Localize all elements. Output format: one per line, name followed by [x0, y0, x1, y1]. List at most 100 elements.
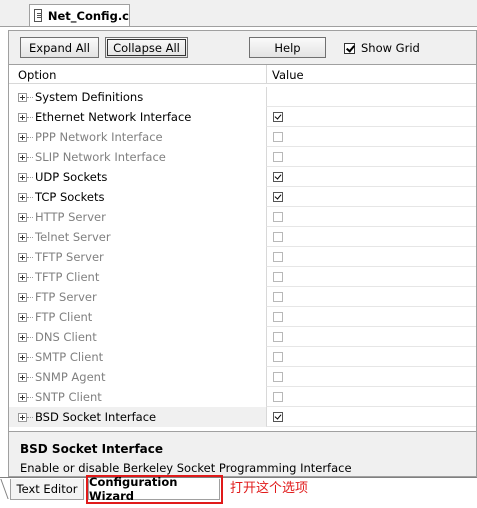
value-cell[interactable] [266, 187, 476, 207]
enable-checkbox[interactable] [273, 392, 283, 402]
option-label: SNTP Client [35, 390, 102, 404]
enable-checkbox[interactable] [273, 132, 283, 142]
expand-plus-icon[interactable] [18, 113, 27, 122]
tree-connector-line [27, 257, 33, 258]
wizard-toolbar: Expand All Collapse All Help Show Grid [9, 31, 476, 64]
value-cell[interactable] [266, 147, 476, 167]
value-cell[interactable] [266, 247, 476, 267]
tree-connector-line [27, 277, 33, 278]
value-cell[interactable] [266, 267, 476, 287]
option-row[interactable]: TFTP Client [9, 267, 476, 287]
value-cell[interactable] [266, 367, 476, 387]
option-label: FTP Server [35, 290, 97, 304]
value-cell[interactable] [266, 167, 476, 187]
tree-connector-line [27, 217, 33, 218]
enable-checkbox[interactable] [273, 112, 283, 122]
help-button[interactable]: Help [249, 37, 326, 58]
expand-plus-icon[interactable] [18, 193, 27, 202]
expand-plus-icon[interactable] [18, 213, 27, 222]
option-row[interactable]: HTTP Server [9, 207, 476, 227]
option-column-header: Option [18, 68, 57, 82]
option-label: System Definitions [35, 90, 144, 104]
expand-plus-icon[interactable] [18, 413, 27, 422]
tab-text-editor[interactable]: Text Editor [10, 479, 84, 500]
option-row[interactable]: System Definitions [9, 87, 476, 107]
option-row[interactable]: SMTP Client [9, 347, 476, 367]
value-cell[interactable] [266, 87, 476, 107]
expand-plus-icon[interactable] [18, 393, 27, 402]
enable-checkbox[interactable] [273, 372, 283, 382]
value-cell[interactable] [266, 107, 476, 127]
value-cell[interactable] [266, 347, 476, 367]
expand-plus-icon[interactable] [18, 133, 27, 142]
option-label: UDP Sockets [35, 170, 108, 184]
enable-checkbox[interactable] [273, 292, 283, 302]
grid-header: Option Value [9, 64, 476, 84]
show-grid-checkbox[interactable] [344, 42, 355, 54]
option-row[interactable]: FTP Client [9, 307, 476, 327]
expand-plus-icon[interactable] [18, 173, 27, 182]
option-label: Telnet Server [35, 230, 111, 244]
enable-checkbox[interactable] [273, 192, 283, 202]
value-cell[interactable] [266, 207, 476, 227]
option-row[interactable]: FTP Server [9, 287, 476, 307]
enable-checkbox[interactable] [273, 272, 283, 282]
tree-connector-line [27, 117, 33, 118]
expand-plus-icon[interactable] [18, 293, 27, 302]
show-grid-toggle[interactable]: Show Grid [344, 41, 420, 55]
option-row[interactable]: SNMP Agent [9, 367, 476, 387]
enable-checkbox[interactable] [273, 332, 283, 342]
value-cell[interactable] [266, 287, 476, 307]
option-label: DNS Client [35, 330, 97, 344]
enable-checkbox[interactable] [273, 212, 283, 222]
expand-all-button[interactable]: Expand All [20, 37, 99, 58]
c-file-icon [34, 9, 42, 22]
value-cell[interactable] [266, 327, 476, 347]
expand-plus-icon[interactable] [18, 333, 27, 342]
option-row[interactable]: Ethernet Network Interface [9, 107, 476, 127]
column-separator[interactable] [266, 65, 267, 84]
expand-plus-icon[interactable] [18, 253, 27, 262]
tree-connector-line [27, 237, 33, 238]
option-row[interactable]: TCP Sockets [9, 187, 476, 207]
enable-checkbox[interactable] [273, 312, 283, 322]
enable-checkbox[interactable] [273, 232, 283, 242]
option-row[interactable]: BSD Socket Interface [9, 407, 476, 427]
option-label: BSD Socket Interface [35, 410, 157, 424]
option-row[interactable]: SNTP Client [9, 387, 476, 407]
option-row[interactable]: UDP Sockets [9, 167, 476, 187]
option-row[interactable]: PPP Network Interface [9, 127, 476, 147]
option-row[interactable]: TFTP Server [9, 247, 476, 267]
expand-plus-icon[interactable] [18, 373, 27, 382]
enable-checkbox[interactable] [273, 152, 283, 162]
option-row[interactable]: SLIP Network Interface [9, 147, 476, 167]
option-row[interactable]: Telnet Server [9, 227, 476, 247]
tree-connector-line [27, 297, 33, 298]
value-cell[interactable] [266, 227, 476, 247]
collapse-all-button[interactable]: Collapse All [105, 37, 188, 58]
expand-plus-icon[interactable] [18, 273, 27, 282]
expand-plus-icon[interactable] [18, 153, 27, 162]
description-title: BSD Socket Interface [20, 442, 164, 456]
value-cell[interactable] [266, 127, 476, 147]
enable-checkbox[interactable] [273, 252, 283, 262]
description-pane: BSD Socket Interface Enable or disable B… [9, 431, 476, 476]
option-label: HTTP Server [35, 210, 106, 224]
enable-checkbox[interactable] [273, 172, 283, 182]
expand-plus-icon[interactable] [18, 233, 27, 242]
enable-checkbox[interactable] [273, 412, 283, 422]
value-column-header: Value [272, 68, 304, 82]
value-cell[interactable] [266, 407, 476, 427]
option-label: PPP Network Interface [35, 130, 163, 144]
enable-checkbox[interactable] [273, 352, 283, 362]
value-cell[interactable] [266, 387, 476, 407]
expand-plus-icon[interactable] [18, 353, 27, 362]
option-row[interactable]: DNS Client [9, 327, 476, 347]
document-tab-net-config[interactable]: Net_Config.c [29, 4, 130, 26]
expand-plus-icon[interactable] [18, 93, 27, 102]
expand-plus-icon[interactable] [18, 313, 27, 322]
value-cell[interactable] [266, 307, 476, 327]
tree-connector-line [27, 97, 33, 98]
tree-connector-line [27, 337, 33, 338]
show-grid-label: Show Grid [361, 41, 420, 55]
